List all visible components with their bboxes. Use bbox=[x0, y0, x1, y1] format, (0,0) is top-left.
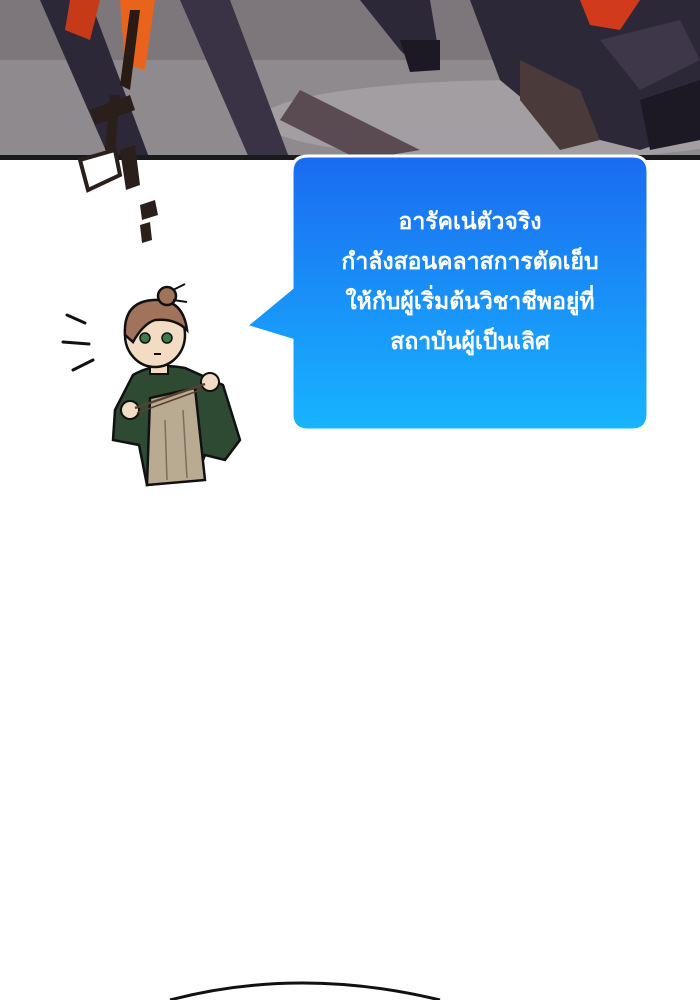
next-panel-edge bbox=[169, 981, 441, 1000]
speech-bubble: อารัคเน่ตัวจริง กำลังสอนคลาสการตัดเย็บ ใ… bbox=[240, 150, 660, 440]
speech-bubble-text: อารัคเน่ตัวจริง กำลังสอนคลาสการตัดเย็บ ใ… bbox=[292, 202, 648, 362]
speech-line-1: อารัคเน่ตัวจริง bbox=[398, 209, 542, 235]
speech-line-4: สถาบันผู้เป็นเลิศ bbox=[390, 329, 550, 355]
sound-effect-strokes bbox=[65, 0, 158, 243]
speech-line-2: กำลังสอนคลาสการตัดเย็บ bbox=[341, 249, 599, 275]
speech-line-3: ให้กับผู้เริ่มต้นวิชาชีพอยู่ที่ bbox=[345, 289, 595, 315]
character-illustration bbox=[61, 283, 242, 487]
